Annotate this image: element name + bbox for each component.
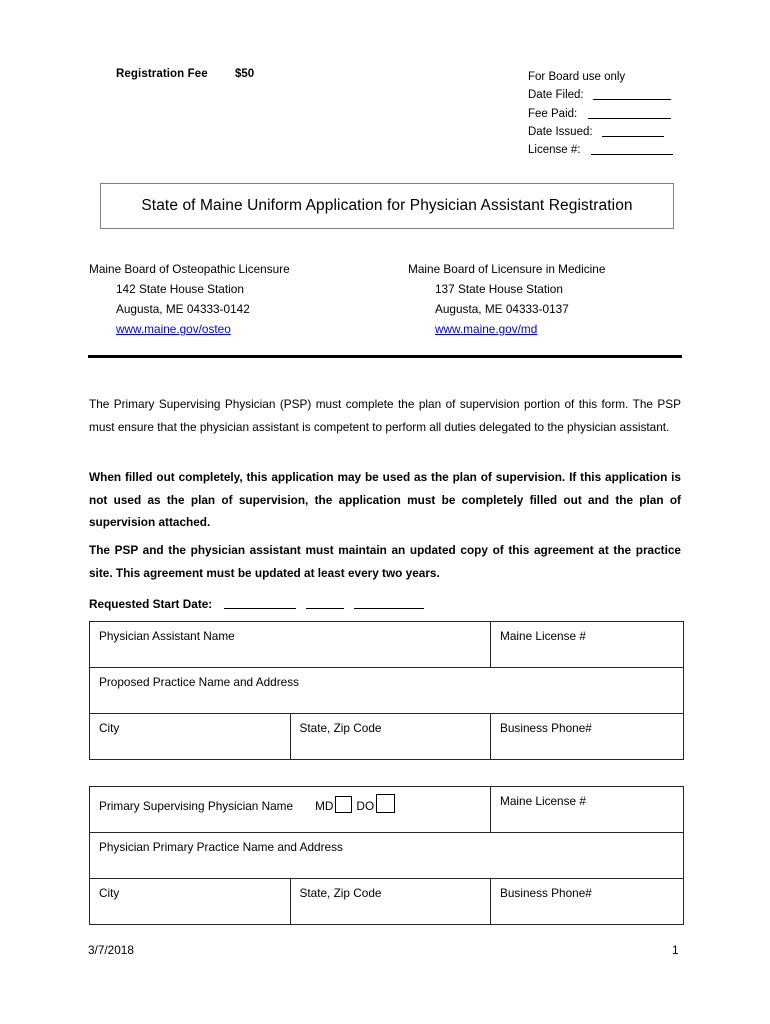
table-row: City State, Zip Code Business Phone# <box>89 878 684 925</box>
table-row: Physician Assistant Name Maine License # <box>89 621 684 668</box>
psp-state-zip-label: State, Zip Code <box>299 886 382 900</box>
date-issued-label: Date Issued: <box>528 125 593 138</box>
license-number-label: License #: <box>528 144 581 157</box>
supervising-physician-table: Primary Supervising Physician Name MD DO M… <box>89 786 684 925</box>
page-title: State of Maine Uniform Application for P… <box>141 197 633 214</box>
board-use-heading: For Board use only <box>528 71 626 83</box>
osteopathic-board-name: Maine Board of Osteopathic Licensure <box>89 262 290 276</box>
table-row: Primary Supervising Physician Name MD DO M… <box>89 786 684 833</box>
fee-paid-blank <box>588 117 672 119</box>
date-filed-label: Date Filed: <box>528 89 584 102</box>
license-number-row: License #: <box>528 141 674 159</box>
physician-assistant-table: Physician Assistant Name Maine License #… <box>89 621 684 760</box>
page-footer: 3/7/2018 1 <box>0 943 770 963</box>
start-date-year-blank[interactable] <box>354 608 425 609</box>
instruction-paragraph-1: The Primary Supervising Physician (PSP) … <box>89 397 681 434</box>
start-date-day-blank[interactable] <box>306 608 345 609</box>
date-filed-row: Date Filed: <box>528 86 673 104</box>
psp-phone-cell[interactable]: Business Phone# <box>490 878 684 925</box>
pa-state-zip-label: State, Zip Code <box>299 721 382 735</box>
medicine-board-city: Augusta, ME 04333-0137 <box>435 302 569 316</box>
osteopathic-board-city: Augusta, ME 04333-0142 <box>116 302 250 316</box>
md-checkbox[interactable] <box>335 796 353 813</box>
pa-license-label: Maine License # <box>500 629 586 643</box>
psp-city-label: City <box>99 886 120 900</box>
requested-start-date-label: Requested Start Date: <box>89 597 213 611</box>
medicine-board-name: Maine Board of Licensure in Medicine <box>408 262 606 276</box>
medicine-board-station: 137 State House Station <box>435 282 563 296</box>
date-issued-row: Date Issued: <box>528 123 673 141</box>
pa-practice-cell[interactable]: Proposed Practice Name and Address <box>89 667 684 714</box>
registration-fee-amount: $50 <box>235 68 255 80</box>
psp-name-label: Primary Supervising Physician Name <box>99 799 294 813</box>
footer-revision-date: 3/7/2018 <box>88 943 134 957</box>
pa-phone-label: Business Phone# <box>500 721 592 735</box>
medicine-board-link-row: www.maine.gov/md <box>408 319 605 339</box>
pa-city-label: City <box>99 721 120 735</box>
degree-checkbox-group: MD DO <box>315 794 396 813</box>
pa-city-cell[interactable]: City <box>89 713 291 760</box>
psp-practice-label: Physician Primary Practice Name and Addr… <box>99 840 343 854</box>
page-header: Registration Fee $50 For Board use only … <box>0 68 770 168</box>
pa-state-zip-cell[interactable]: State, Zip Code <box>289 713 491 760</box>
psp-practice-cell[interactable]: Physician Primary Practice Name and Addr… <box>89 832 684 879</box>
pa-name-label: Physician Assistant Name <box>99 629 235 643</box>
psp-state-zip-cell[interactable]: State, Zip Code <box>289 878 491 925</box>
do-checkbox[interactable] <box>376 794 396 813</box>
requested-start-date-row: Requested Start Date: <box>89 593 681 616</box>
medicine-board-block: Maine Board of Licensure in Medicine 137… <box>408 259 605 339</box>
footer-page-number: 1 <box>672 943 679 957</box>
date-filed-blank <box>592 99 671 101</box>
psp-license-label: Maine License # <box>500 794 586 808</box>
instruction-paragraph-3: The PSP and the physician assistant must… <box>89 543 681 580</box>
fee-paid-label: Fee Paid: <box>528 107 578 120</box>
start-date-month-blank[interactable] <box>224 608 297 609</box>
document-page: Registration Fee $50 For Board use only … <box>0 0 770 1024</box>
pa-practice-label: Proposed Practice Name and Address <box>99 675 299 689</box>
osteopathic-board-website-link[interactable]: www.maine.gov/osteo <box>116 319 231 339</box>
osteopathic-board-station: 142 State House Station <box>116 282 244 296</box>
board-use-only-block: For Board use only Date Filed: Fee Paid:… <box>528 68 674 159</box>
psp-city-cell[interactable]: City <box>89 878 291 925</box>
license-number-blank <box>591 154 674 156</box>
pa-phone-cell[interactable]: Business Phone# <box>490 713 684 760</box>
table-row: Proposed Practice Name and Address <box>89 667 684 714</box>
section-divider <box>88 355 682 358</box>
osteopathic-board-link-row: www.maine.gov/osteo <box>89 319 290 339</box>
psp-license-cell[interactable]: Maine License # <box>490 786 684 833</box>
table-row: Physician Primary Practice Name and Addr… <box>89 832 684 879</box>
degree-do-label: DO <box>356 799 375 813</box>
fee-paid-row: Fee Paid: <box>528 105 673 123</box>
table-row: City State, Zip Code Business Phone# <box>89 713 684 760</box>
pa-name-cell[interactable]: Physician Assistant Name <box>89 621 491 668</box>
form-title-box: State of Maine Uniform Application for P… <box>100 183 674 229</box>
medicine-board-website-link[interactable]: www.maine.gov/md <box>435 319 537 339</box>
pa-license-cell[interactable]: Maine License # <box>490 621 684 668</box>
registration-fee-label: Registration Fee <box>116 68 208 80</box>
psp-name-cell[interactable]: Primary Supervising Physician Name MD DO <box>89 786 491 833</box>
instruction-paragraph-2: When filled out completely, this applica… <box>89 470 681 529</box>
date-issued-blank <box>601 135 664 137</box>
psp-phone-label: Business Phone# <box>500 886 592 900</box>
osteopathic-board-block: Maine Board of Osteopathic Licensure 142… <box>89 259 290 339</box>
degree-md-label: MD <box>315 799 334 813</box>
